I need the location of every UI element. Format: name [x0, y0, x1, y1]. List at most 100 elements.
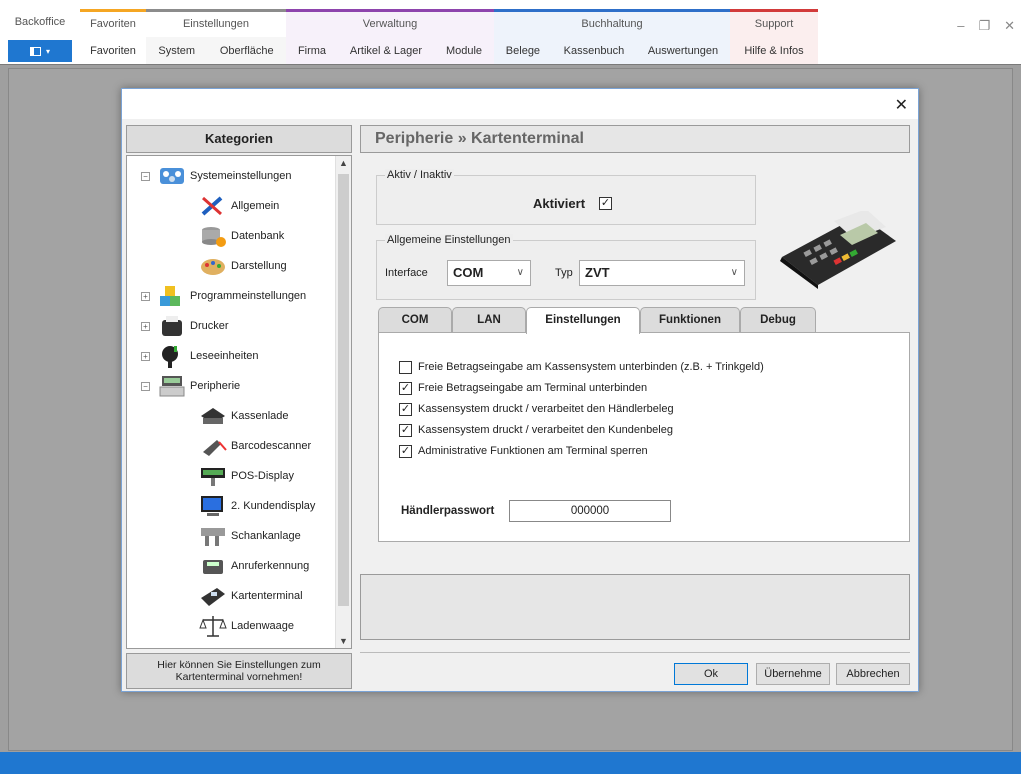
scroll-down-icon[interactable]: ▼	[339, 636, 348, 646]
tree-item-darstellung[interactable]: Darstellung	[199, 252, 287, 280]
scroll-thumb[interactable]	[338, 174, 349, 606]
tools-icon	[199, 194, 227, 218]
ok-button[interactable]: Ok	[674, 663, 748, 685]
monitor-icon	[199, 494, 227, 518]
merchant-password-label: Händlerpasswort	[401, 505, 495, 517]
apply-button[interactable]: Übernehme	[756, 663, 830, 685]
tree-item-kundendisplay[interactable]: 2. Kundendisplay	[199, 492, 315, 520]
tab-debug[interactable]: Debug	[740, 307, 816, 333]
ribbon-item-oberflaeche[interactable]: Oberfläche	[214, 45, 280, 57]
backoffice-tab[interactable]: Backoffice	[0, 9, 80, 37]
group-verwaltung[interactable]: Verwaltung	[286, 9, 494, 37]
tree-item-ladenwaage[interactable]: Ladenwaage	[199, 612, 294, 640]
tree-item-schankanlage[interactable]: Schankanlage	[199, 522, 301, 550]
tree-item-datenbank[interactable]: Datenbank	[199, 222, 284, 250]
reader-icon	[158, 344, 186, 368]
tab-funktionen[interactable]: Funktionen	[640, 307, 740, 333]
category-info-text: Hier können Sie Einstellungen zum Karten…	[126, 653, 352, 689]
group-buchhaltung[interactable]: Buchhaltung	[494, 9, 730, 37]
merchant-password-input[interactable]: 000000	[509, 500, 671, 522]
tree-item-kassenlade[interactable]: Kassenlade	[199, 402, 289, 430]
app-menu-button[interactable]: ▾	[8, 40, 72, 62]
option-amount-pos[interactable]: Freie Betragseingabe am Kassensystem unt…	[399, 359, 764, 375]
minimize-icon[interactable]: –	[957, 18, 964, 34]
checkbox[interactable]: ✓	[399, 381, 412, 395]
tree-item-programmeinstellungen[interactable]: + Programmeinstellungen	[141, 282, 306, 310]
restore-icon[interactable]: ❐	[978, 18, 990, 34]
tree-item-peripherie[interactable]: − Peripherie	[141, 372, 240, 400]
tap-icon	[199, 524, 227, 548]
type-select[interactable]: ZVT ∨	[579, 260, 745, 286]
tree-item-drucker[interactable]: + Drucker	[141, 312, 229, 340]
tree-item-pos-display[interactable]: POS-Display	[199, 462, 294, 490]
type-label: Typ	[555, 267, 573, 279]
tab-einstellungen[interactable]: Einstellungen	[526, 307, 640, 334]
checkbox[interactable]: ✓	[399, 402, 412, 416]
ribbon-item-firma[interactable]: Firma	[292, 45, 332, 57]
checkbox[interactable]	[399, 360, 412, 374]
category-tree[interactable]: − Systemeinstellungen Allgemein Datenban…	[126, 155, 352, 649]
interface-label: Interface	[385, 267, 428, 279]
groupbox-title: Allgemeine Einstellungen	[385, 234, 513, 246]
collapse-icon[interactable]: −	[141, 381, 150, 391]
group-support-items: Hilfe & Infos	[730, 37, 818, 64]
close-icon[interactable]: ✕	[895, 95, 908, 115]
ribbon-item-favoriten[interactable]: Favoriten	[84, 45, 142, 57]
tree-item-kartenterminal[interactable]: Kartenterminal	[199, 582, 303, 610]
cubes-icon	[158, 284, 186, 308]
settings-tab-panel: Freie Betragseingabe am Kassensystem unt…	[378, 332, 910, 542]
ribbon-item-system[interactable]: System	[152, 45, 201, 57]
option-merchant-receipt[interactable]: ✓ Kassensystem druckt / verarbeitet den …	[399, 401, 674, 417]
expand-icon[interactable]: +	[141, 351, 150, 361]
option-customer-receipt[interactable]: ✓ Kassensystem druckt / verarbeitet den …	[399, 422, 673, 438]
ribbon-item-kassenbuch[interactable]: Kassenbuch	[558, 45, 631, 57]
ribbon-item-artikel-lager[interactable]: Artikel & Lager	[344, 45, 428, 57]
settings-dialog: ✕ Kategorien − Systemeinstellungen Allge…	[121, 88, 919, 692]
scroll-up-icon[interactable]: ▲	[339, 158, 348, 168]
palette-icon	[199, 254, 227, 278]
tree-label: Anruferkennung	[231, 560, 310, 572]
pos-display-icon	[199, 464, 227, 488]
interface-select[interactable]: COM ∨	[447, 260, 531, 286]
group-favoriten-items: Favoriten	[80, 37, 146, 64]
tree-scrollbar[interactable]: ▲ ▼	[335, 156, 351, 648]
scale-icon	[199, 614, 227, 638]
option-admin-lock[interactable]: ✓ Administrative Funktionen am Terminal …	[399, 443, 648, 459]
tree-label: Allgemein	[231, 200, 280, 212]
page-title: Peripherie » Kartenterminal	[360, 125, 910, 153]
tree-item-systemeinstellungen[interactable]: − Systemeinstellungen	[141, 162, 292, 190]
tree-item-leseeinheiten[interactable]: + Leseeinheiten	[141, 342, 259, 370]
group-support[interactable]: Support	[730, 9, 818, 37]
status-bar	[0, 752, 1021, 774]
tab-com[interactable]: COM	[378, 307, 452, 333]
type-value: ZVT	[585, 265, 610, 280]
divider	[360, 652, 910, 653]
close-icon[interactable]: ✕	[1004, 18, 1015, 34]
tree-label: Kartenterminal	[231, 590, 303, 602]
activated-checkbox[interactable]: ✓	[599, 197, 612, 210]
tree-label: Drucker	[190, 320, 229, 332]
cancel-button[interactable]: Abbrechen	[836, 663, 910, 685]
option-amount-terminal[interactable]: ✓ Freie Betragseingabe am Terminal unter…	[399, 380, 647, 396]
group-favoriten[interactable]: Favoriten	[80, 9, 146, 37]
group-einstellungen-items: System Oberfläche	[146, 37, 286, 64]
ribbon-item-module[interactable]: Module	[440, 45, 488, 57]
tab-lan[interactable]: LAN	[452, 307, 526, 333]
ribbon-item-hilfe-infos[interactable]: Hilfe & Infos	[738, 45, 809, 57]
groupbox-title: Aktiv / Inaktiv	[385, 169, 454, 181]
card-terminal-image	[774, 209, 900, 289]
checkbox[interactable]: ✓	[399, 423, 412, 437]
expand-icon[interactable]: +	[141, 291, 150, 301]
checkbox[interactable]: ✓	[399, 444, 412, 458]
option-label: Freie Betragseingabe am Kassensystem unt…	[418, 361, 764, 373]
expand-icon[interactable]: +	[141, 321, 150, 331]
general-groupbox: Allgemeine Einstellungen Interface COM ∨…	[376, 234, 756, 300]
collapse-icon[interactable]: −	[141, 171, 150, 181]
ribbon-item-belege[interactable]: Belege	[500, 45, 546, 57]
group-einstellungen[interactable]: Einstellungen	[146, 9, 286, 37]
ribbon-item-auswertungen[interactable]: Auswertungen	[642, 45, 724, 57]
option-label: Kassensystem druckt / verarbeitet den Ku…	[418, 424, 673, 436]
tree-item-allgemein[interactable]: Allgemein	[199, 192, 279, 220]
tree-item-barcodescanner[interactable]: Barcodescanner	[199, 432, 311, 460]
tree-item-anruferkennung[interactable]: Anruferkennung	[199, 552, 309, 580]
